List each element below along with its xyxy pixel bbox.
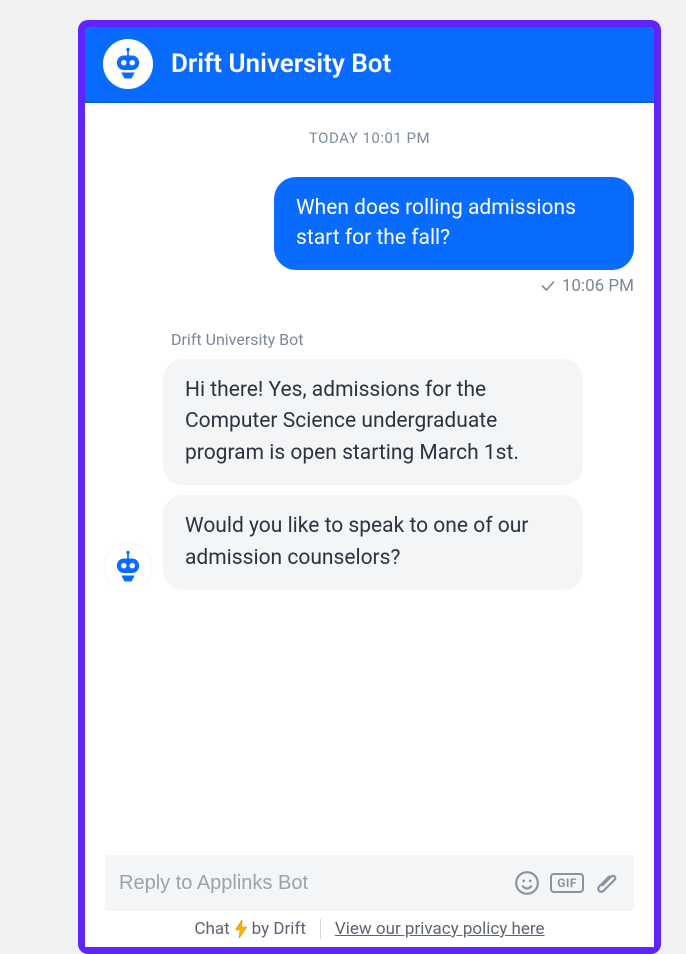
bot-sender-label: Drift University Bot: [171, 330, 634, 349]
chat-widget: Drift University Bot TODAY 10:01 PM When…: [85, 27, 654, 947]
powered-prefix: Chat: [194, 919, 229, 939]
gif-icon[interactable]: GIF: [550, 873, 584, 893]
user-message-row: When does rolling admissions start for t…: [105, 177, 634, 270]
bot-avatar: [103, 39, 153, 89]
reply-input[interactable]: [119, 872, 504, 895]
robot-icon: [111, 550, 145, 584]
lightning-icon: [233, 920, 249, 938]
bot-message-row: Hi there! Yes, admissions for the Comput…: [105, 359, 634, 486]
chat-body[interactable]: TODAY 10:01 PM When does rolling admissi…: [85, 103, 654, 855]
message-sent-time: 10:06 PM: [562, 276, 634, 296]
bot-avatar: [105, 544, 151, 590]
powered-suffix: by Drift: [252, 919, 306, 939]
chat-footer: GIF Chat by Drift View our privacy polic…: [85, 855, 654, 947]
bot-message-row: Would you like to speak to one of our ad…: [105, 495, 634, 590]
conversation-timestamp: TODAY 10:01 PM: [105, 129, 634, 147]
bot-message-bubble: Hi there! Yes, admissions for the Comput…: [163, 359, 583, 486]
powered-by-drift[interactable]: Chat by Drift: [194, 919, 306, 939]
composer: GIF: [105, 855, 634, 911]
robot-icon: [111, 47, 145, 81]
chat-title: Drift University Bot: [171, 49, 391, 79]
user-message-bubble: When does rolling admissions start for t…: [274, 177, 634, 270]
paperclip-icon[interactable]: [594, 870, 620, 896]
chat-header: Drift University Bot: [85, 27, 654, 103]
smiley-icon[interactable]: [514, 870, 540, 896]
checkmark-icon: [540, 278, 556, 294]
footer-divider: [320, 919, 321, 939]
privacy-policy-link[interactable]: View our privacy policy here: [335, 919, 545, 939]
chat-widget-frame: Drift University Bot TODAY 10:01 PM When…: [78, 20, 661, 954]
message-sent-meta: 10:06 PM: [105, 276, 634, 296]
powered-by-row: Chat by Drift View our privacy policy he…: [85, 919, 654, 947]
bot-message-bubble: Would you like to speak to one of our ad…: [163, 495, 583, 590]
